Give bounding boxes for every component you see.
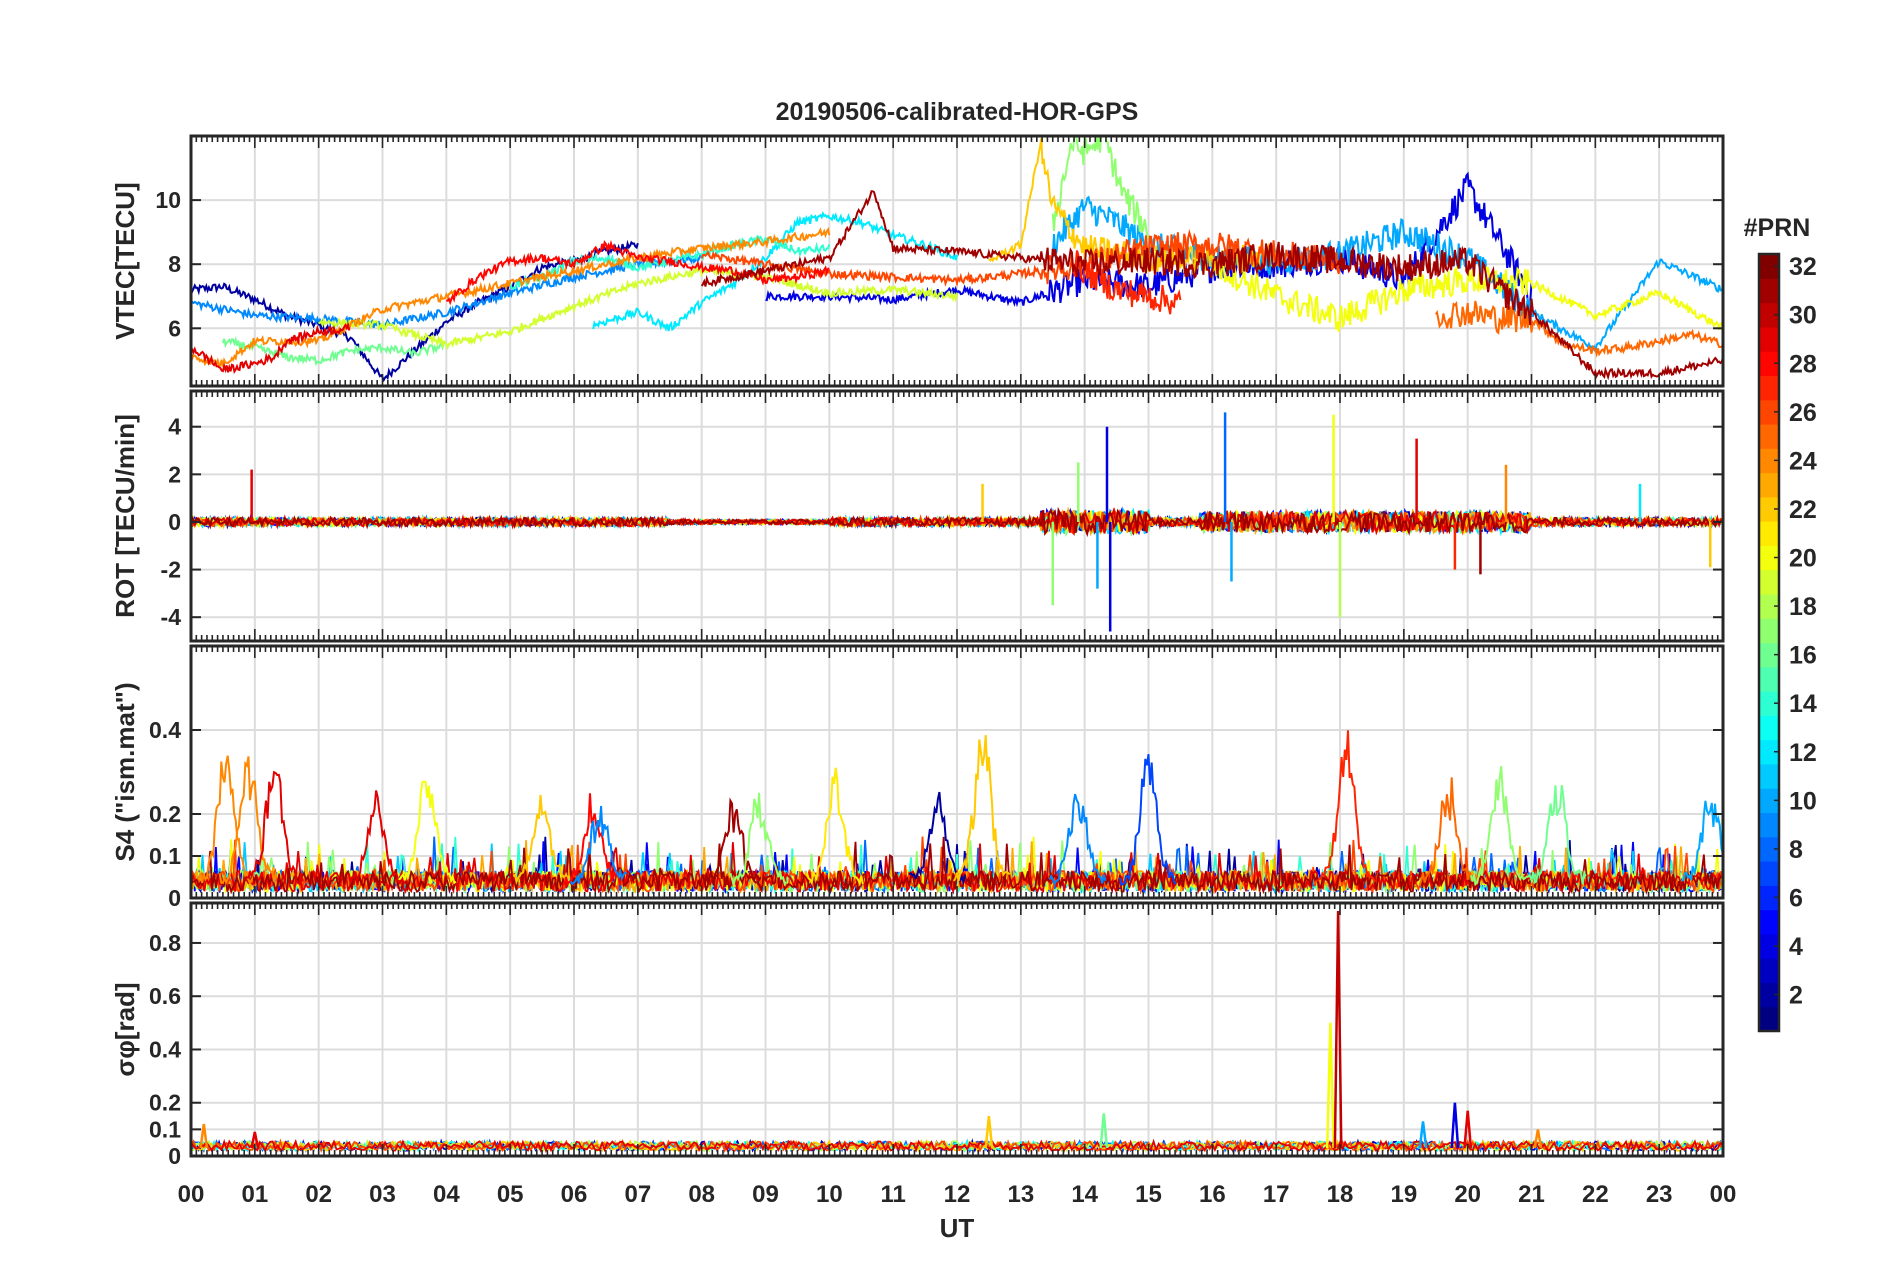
x-tick-label: 22 [1582, 1181, 1609, 1208]
y-tick-label: 2 [168, 461, 181, 487]
colorbar-tick-label: 16 [1789, 642, 1817, 670]
colorbar-swatch [1759, 521, 1779, 546]
colorbar-swatch [1759, 666, 1779, 692]
colorbar-tick-label: 2 [1789, 982, 1803, 1010]
y-tick-label: 0.1 [149, 843, 181, 869]
x-tick-label: 15 [1135, 1181, 1162, 1208]
x-tick-label: 12 [944, 1181, 971, 1208]
figure-title: 20190506-calibrated-HOR-GPS [776, 98, 1139, 126]
y-tick-label: 0 [168, 509, 181, 535]
colorbar-tick-label: 18 [1789, 593, 1817, 621]
colorbar-tick-label: 12 [1789, 739, 1817, 767]
y-axis-label: VTEC[TECU] [110, 182, 140, 339]
x-tick-label: 05 [497, 1181, 524, 1208]
x-tick-label: 19 [1390, 1181, 1417, 1208]
panels: 6810VTEC[TECU]-4-2024ROT [TECU/min]00.10… [110, 134, 1725, 1169]
panel-sigma_phi: 00.10.2 0.4 0.6 0.8 σφ[rad] [110, 901, 1725, 1169]
panel-s4: 0 0.1 0.2 0.4 S4 ("ism.mat") [110, 644, 1725, 911]
y-tick-label: 6 [168, 315, 181, 341]
colorbar-swatch [1759, 569, 1779, 595]
colorbar-swatch [1759, 715, 1779, 741]
y-axis-label: ROT [TECU/min] [110, 414, 140, 618]
panel-rot: -4 -2 0 2 4 ROT [TECU/min] [110, 389, 1725, 643]
x-tick-label: 17 [1263, 1181, 1290, 1208]
colorbar-swatch [1759, 958, 1779, 984]
x-tick-label: 00 [178, 1181, 205, 1208]
x-tick-label: 09 [752, 1181, 779, 1208]
colorbar-tick-label: 32 [1789, 253, 1817, 281]
y-tick-label: -2 [161, 557, 181, 583]
x-tick-label: 11 [880, 1181, 905, 1208]
colorbar-swatch [1759, 278, 1779, 304]
x-axis-label: UT [940, 1213, 975, 1243]
colorbar-tick-label: 24 [1789, 447, 1817, 475]
colorbar-swatch [1759, 763, 1779, 789]
y-tick-label: 0.2 [149, 801, 181, 827]
colorbar-tick-label: 6 [1789, 884, 1803, 912]
x-tick-label: 20 [1454, 1181, 1481, 1208]
colorbar-tick-label: 30 [1789, 302, 1817, 330]
y-tick-label: 10 [155, 187, 181, 213]
colorbar-swatch [1759, 423, 1779, 449]
y-tick-label: 4 [168, 414, 181, 440]
y-tick-label: 0 [168, 885, 181, 911]
colorbar-tick-label: 4 [1789, 933, 1803, 961]
x-tick-label: 01 [241, 1181, 268, 1208]
colorbar-tick-label: 14 [1789, 690, 1817, 718]
x-tick-label: 16 [1199, 1181, 1226, 1208]
colorbar-swatch [1759, 618, 1779, 644]
x-tick-label: 14 [1071, 1181, 1098, 1208]
x-tick-label: 23 [1646, 1181, 1673, 1208]
colorbar-swatch [1759, 326, 1779, 352]
panel-vtec: 6 8 10 VTEC[TECU] [110, 134, 1725, 388]
x-tick-label: 03 [369, 1181, 396, 1208]
y-axis-label: σφ[rad] [110, 982, 140, 1076]
colorbar-swatch [1759, 909, 1779, 935]
y-tick-label: 0.1 [149, 1116, 181, 1142]
figure: 20190506-calibrated-HOR-GPS 6 8 10 VTEC[TEC… [0, 0, 1902, 1272]
x-tick-label: 04 [433, 1181, 460, 1208]
y-tick-label: 0.6 [149, 983, 181, 1009]
x-tick-label: 08 [688, 1181, 715, 1208]
y-tick-label: 0.2 [149, 1090, 181, 1116]
x-tick-label: 18 [1327, 1181, 1354, 1208]
x-tick-label: 00 [1710, 1181, 1737, 1208]
y-tick-label: 0.4 [149, 1036, 181, 1062]
y-tick-label: -4 [161, 604, 182, 630]
y-axis-label: S4 ("ism.mat") [110, 682, 140, 861]
x-tick-label: 06 [561, 1181, 588, 1208]
colorbar-tick-label: 10 [1789, 787, 1817, 815]
colorbar-tick-label: 8 [1789, 836, 1803, 864]
colorbar-swatch [1759, 472, 1779, 498]
colorbar-swatch [1759, 861, 1779, 886]
colorbar-tick-label: 22 [1789, 496, 1817, 524]
x-tick-label: 02 [305, 1181, 332, 1208]
colorbar-swatch [1759, 375, 1779, 401]
x-tick-label: 07 [624, 1181, 651, 1208]
x-tick-label: 10 [816, 1181, 843, 1208]
x-tick-label: 21 [1518, 1181, 1545, 1208]
colorbar-swatch [1759, 1006, 1779, 1032]
colorbar-tick-label: 20 [1789, 545, 1817, 573]
y-tick-label: 8 [168, 251, 181, 277]
colorbar-swatch [1759, 812, 1779, 838]
y-tick-label: 0.8 [149, 930, 181, 956]
colorbar-title: #PRN [1744, 214, 1811, 242]
y-tick-label: 0 [168, 1143, 181, 1169]
colorbar-tick-label: 28 [1789, 350, 1817, 378]
x-tick-label: 13 [1007, 1181, 1034, 1208]
y-tick-label: 0.4 [149, 717, 181, 743]
colorbar-tick-label: 26 [1789, 399, 1817, 427]
